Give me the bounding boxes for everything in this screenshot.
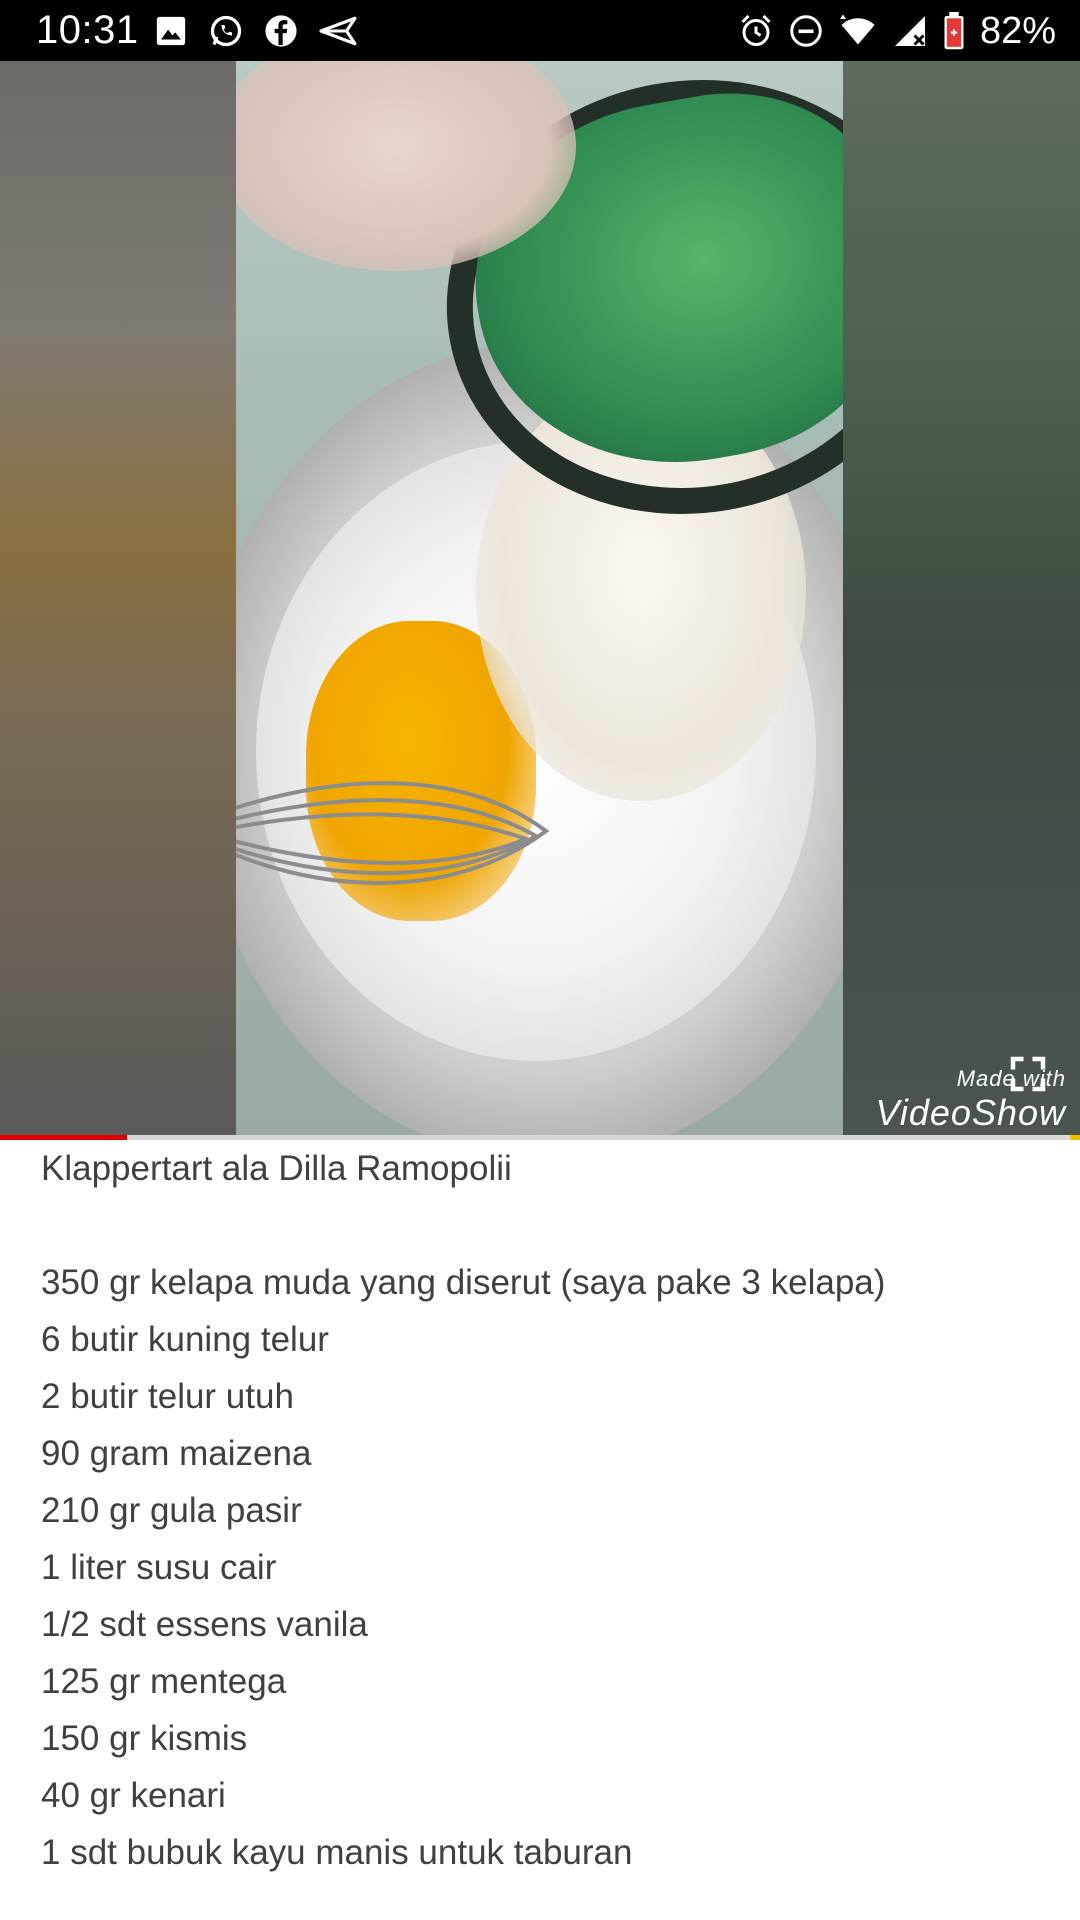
video-player[interactable]: Made with VideoShow bbox=[0, 61, 1080, 1138]
wifi-icon bbox=[839, 14, 875, 45]
status-time: 10:31 bbox=[36, 8, 139, 52]
ingredient-item: 350 gr kelapa muda yang diserut (saya pa… bbox=[41, 1263, 886, 1302]
system-icons: 82% bbox=[738, 10, 1056, 52]
send-icon bbox=[319, 16, 357, 46]
ingredient-list: 350 gr kelapa muda yang diserut (saya pa… bbox=[41, 1254, 1041, 1881]
ingredient-item: 125 gr mentega bbox=[41, 1662, 287, 1701]
signal-icon bbox=[894, 16, 925, 46]
gallery-icon bbox=[156, 16, 186, 46]
battery-percent: 82% bbox=[979, 10, 1056, 52]
alarm-icon bbox=[741, 14, 771, 46]
ingredient-item: 1 sdt bubuk kayu manis untuk taburan bbox=[41, 1833, 633, 1872]
ingredient-item: 150 gr kismis bbox=[41, 1719, 248, 1758]
ingredient-item: 6 butir kuning telur bbox=[41, 1320, 329, 1359]
ingredient-item: 210 gr gula pasir bbox=[41, 1491, 302, 1530]
ingredient-item: 1/2 sdt essens vanila bbox=[41, 1605, 368, 1644]
video-progress-end-marker bbox=[1070, 1135, 1080, 1140]
whisk-icon bbox=[236, 781, 550, 885]
video-description: Klappertart ala Dilla Ramopolii 350 gr k… bbox=[41, 1140, 1041, 1881]
recipe-title: Klappertart ala Dilla Ramopolii bbox=[41, 1149, 512, 1188]
facebook-icon bbox=[265, 15, 297, 47]
ingredient-item: 1 liter susu cair bbox=[41, 1548, 277, 1587]
whatsapp-icon bbox=[210, 15, 242, 47]
fullscreen-icon[interactable] bbox=[1010, 1056, 1046, 1092]
battery-icon bbox=[944, 12, 964, 50]
ingredient-item: 40 gr kenari bbox=[41, 1776, 226, 1815]
do-not-disturb-icon bbox=[790, 15, 822, 47]
watermark-brand: VideoShow bbox=[875, 1092, 1066, 1133]
ingredient-item: 2 butir telur utuh bbox=[41, 1377, 294, 1416]
video-frame[interactable] bbox=[236, 61, 843, 1138]
status-bar: 10:31 82% bbox=[0, 0, 1080, 61]
video-blur-right bbox=[843, 61, 1080, 1138]
video-blur-left bbox=[0, 61, 236, 1138]
notification-icons bbox=[154, 13, 358, 49]
ingredient-item: 90 gram maizena bbox=[41, 1434, 312, 1473]
